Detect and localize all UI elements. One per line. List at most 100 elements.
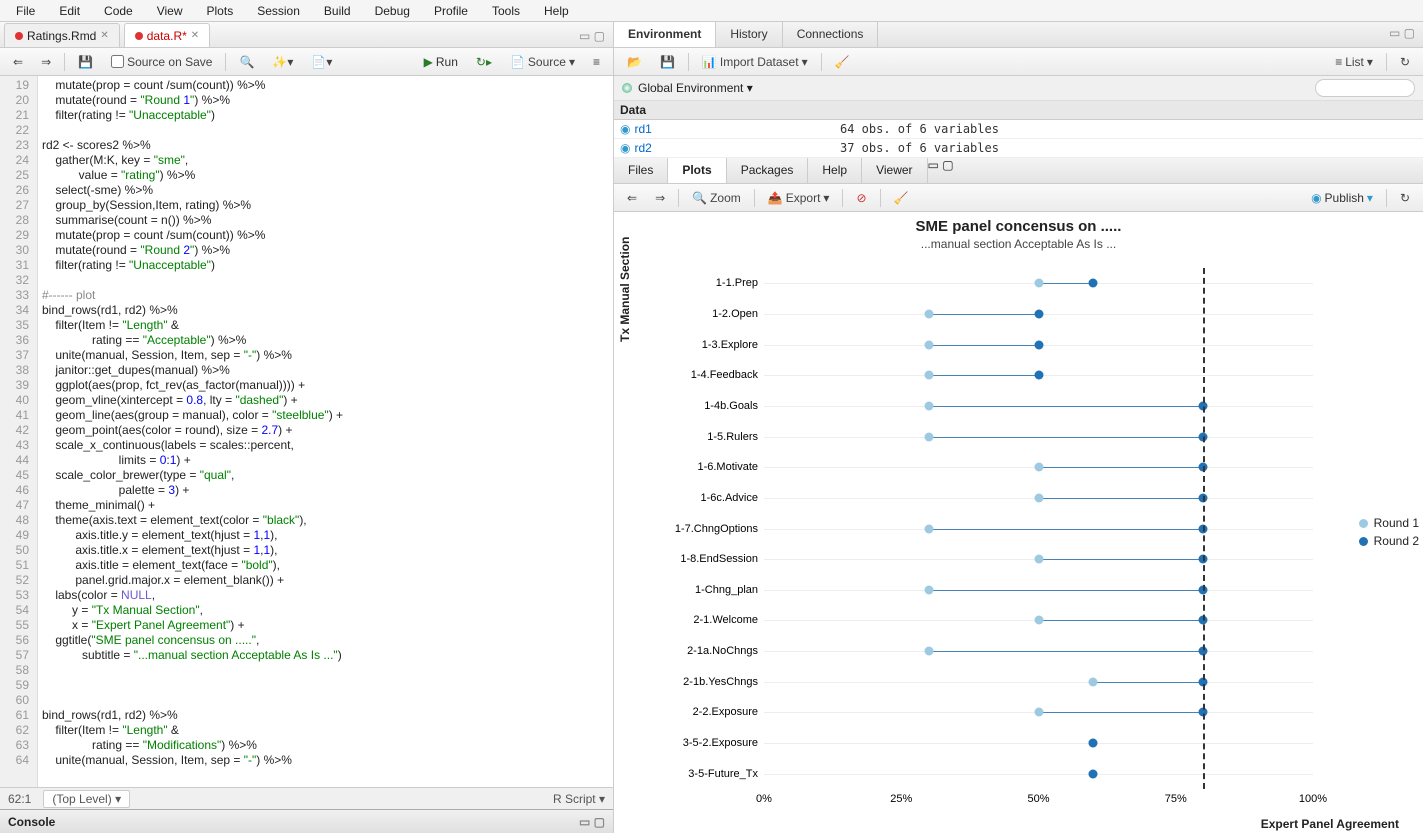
menu-profile[interactable]: Profile (422, 2, 480, 20)
code-area[interactable]: mutate(prop = count /sum(count)) %>% mut… (38, 76, 613, 787)
prev-plot-button[interactable]: ⇐ (620, 188, 644, 208)
chart-ylabel: Tx Manual Section (618, 237, 632, 342)
close-icon[interactable]: ✕ (191, 30, 199, 41)
console-header[interactable]: Console ▭ ▢ (0, 809, 613, 833)
legend-item: Round 1 (1359, 516, 1419, 530)
legend-item: Round 2 (1359, 534, 1419, 548)
chart-point (1034, 616, 1043, 625)
chart-ytick-label: 1-8.EndSession (680, 553, 758, 565)
save-button[interactable]: 💾 (71, 52, 100, 72)
refresh-env-button[interactable]: ↻ (1393, 52, 1417, 72)
chart-point (1034, 493, 1043, 502)
chart-point (1089, 739, 1098, 748)
back-button[interactable]: ⇐ (6, 52, 30, 72)
menu-code[interactable]: Code (92, 2, 145, 20)
chart-point (1034, 340, 1043, 349)
chart-ytick-label: 3-5-2.Exposure (683, 737, 758, 749)
chart-point (924, 371, 933, 380)
scope-selector[interactable]: (Top Level) ▾ (43, 790, 130, 808)
source-button[interactable]: 📄 Source ▾ (503, 52, 582, 72)
save-workspace-button[interactable]: 💾 (653, 52, 682, 72)
chart-point (1034, 279, 1043, 288)
chart-legend: Round 1 Round 2 (1359, 512, 1419, 552)
menu-help[interactable]: Help (532, 2, 581, 20)
env-tab-history[interactable]: History (716, 22, 782, 47)
plot-window-controls[interactable]: ▭ ▢ (928, 158, 954, 183)
env-data-row[interactable]: ◉ rd164 obs. of 6 variables (614, 120, 1423, 139)
export-button[interactable]: 📤 Export ▾ (761, 188, 837, 208)
console-window-controls[interactable]: ▭ ▢ (579, 815, 605, 829)
chart-point (924, 524, 933, 533)
source-tabs: Ratings.Rmd✕ data.R* ✕ ▭ ▢ (0, 22, 613, 48)
tab-label: data.R* (147, 29, 187, 43)
notebook-button[interactable]: 📄▾ (304, 52, 339, 72)
chart-point (1089, 677, 1098, 686)
chart-ytick-label: 1-6.Motivate (697, 461, 758, 473)
chart-ytick-label: 2-1b.YesChngs (683, 676, 758, 688)
chart-point (1089, 279, 1098, 288)
run-button[interactable]: ▶ Run (417, 52, 465, 72)
code-editor[interactable]: 1920212223242526272829303132333435363738… (0, 76, 613, 787)
zoom-button[interactable]: 🔍 Zoom (685, 188, 748, 208)
menu-debug[interactable]: Debug (363, 2, 422, 20)
source-tab[interactable]: data.R* ✕ (124, 23, 210, 47)
env-body: Data ◉ rd164 obs. of 6 variables◉ rd237 … (614, 101, 1423, 158)
chart-ytick-label: 3-5-Future_Tx (688, 768, 758, 780)
wand-button[interactable]: ✨▾ (265, 52, 300, 72)
chart-point (1034, 463, 1043, 472)
plot-tabs: FilesPlotsPackagesHelpViewer▭ ▢ (614, 158, 1423, 184)
menu-session[interactable]: Session (245, 2, 312, 20)
file-icon (15, 32, 23, 40)
close-icon[interactable]: ✕ (100, 30, 108, 41)
chart-point (1089, 769, 1098, 778)
plot-area: SME panel concensus on ..... ...manual s… (614, 212, 1423, 833)
env-scope-selector[interactable]: Global Environment ▾ (638, 81, 753, 95)
next-plot-button[interactable]: ⇒ (648, 188, 672, 208)
chart-xtick-label: 50% (1027, 793, 1049, 805)
chart-point (1034, 371, 1043, 380)
publish-button[interactable]: ◉ Publish ▾ (1304, 188, 1380, 208)
language-indicator[interactable]: R Script ▾ (553, 792, 605, 806)
chart-ytick-label: 2-1.Welcome (693, 614, 758, 626)
clear-plots-button[interactable]: 🧹 (887, 188, 916, 208)
outline-button[interactable]: ≡ (586, 52, 607, 72)
plot-tab-files[interactable]: Files (614, 158, 668, 183)
load-workspace-button[interactable]: 📂 (620, 52, 649, 72)
forward-button[interactable]: ⇒ (34, 52, 58, 72)
env-window-controls[interactable]: ▭ ▢ (1381, 22, 1423, 47)
remove-plot-button[interactable]: ⊘ (849, 188, 873, 208)
plot-tab-packages[interactable]: Packages (727, 158, 809, 183)
env-search-input[interactable] (1315, 79, 1415, 97)
plot-tab-plots[interactable]: Plots (668, 158, 726, 183)
plot-tab-viewer[interactable]: Viewer (862, 158, 927, 183)
menu-plots[interactable]: Plots (195, 2, 246, 20)
env-tab-connections[interactable]: Connections (783, 22, 879, 47)
menu-tools[interactable]: Tools (480, 2, 532, 20)
find-button[interactable]: 🔍 (232, 52, 261, 72)
rerun-button[interactable]: ↻▸ (469, 52, 499, 72)
menu-edit[interactable]: Edit (47, 2, 92, 20)
menu-file[interactable]: File (4, 2, 47, 20)
console-label: Console (8, 815, 55, 829)
chart-xlabel: Expert Panel Agreement (1261, 817, 1399, 831)
clear-env-button[interactable]: 🧹 (828, 52, 857, 72)
env-data-row[interactable]: ◉ rd237 obs. of 6 variables (614, 139, 1423, 158)
refresh-plot-button[interactable]: ↻ (1393, 188, 1417, 208)
chart-ytick-label: 1-6c.Advice (701, 492, 758, 504)
source-on-save-checkbox[interactable]: Source on Save (104, 52, 219, 72)
env-toolbar: 📂 💾 📊 Import Dataset ▾ 🧹 ≡ List ▾ ↻ (614, 48, 1423, 76)
import-dataset-button[interactable]: 📊 Import Dataset ▾ (695, 52, 815, 72)
source-pane: Ratings.Rmd✕ data.R* ✕ ▭ ▢ ⇐ ⇒ 💾 Source on … (0, 22, 614, 833)
menu-view[interactable]: View (145, 2, 195, 20)
chart-point (1034, 555, 1043, 564)
chart-xtick-label: 75% (1165, 793, 1187, 805)
menu-build[interactable]: Build (312, 2, 363, 20)
source-tab[interactable]: Ratings.Rmd✕ (4, 23, 120, 47)
pane-window-controls[interactable]: ▭ ▢ (571, 25, 613, 47)
plot-tab-help[interactable]: Help (808, 158, 862, 183)
env-scope-row: Global Environment ▾ (614, 76, 1423, 101)
env-tab-environment[interactable]: Environment (614, 22, 716, 47)
env-list-mode[interactable]: ≡ List ▾ (1328, 52, 1380, 72)
chart-xtick-label: 100% (1299, 793, 1327, 805)
chart: SME panel concensus on ..... ...manual s… (614, 212, 1423, 833)
